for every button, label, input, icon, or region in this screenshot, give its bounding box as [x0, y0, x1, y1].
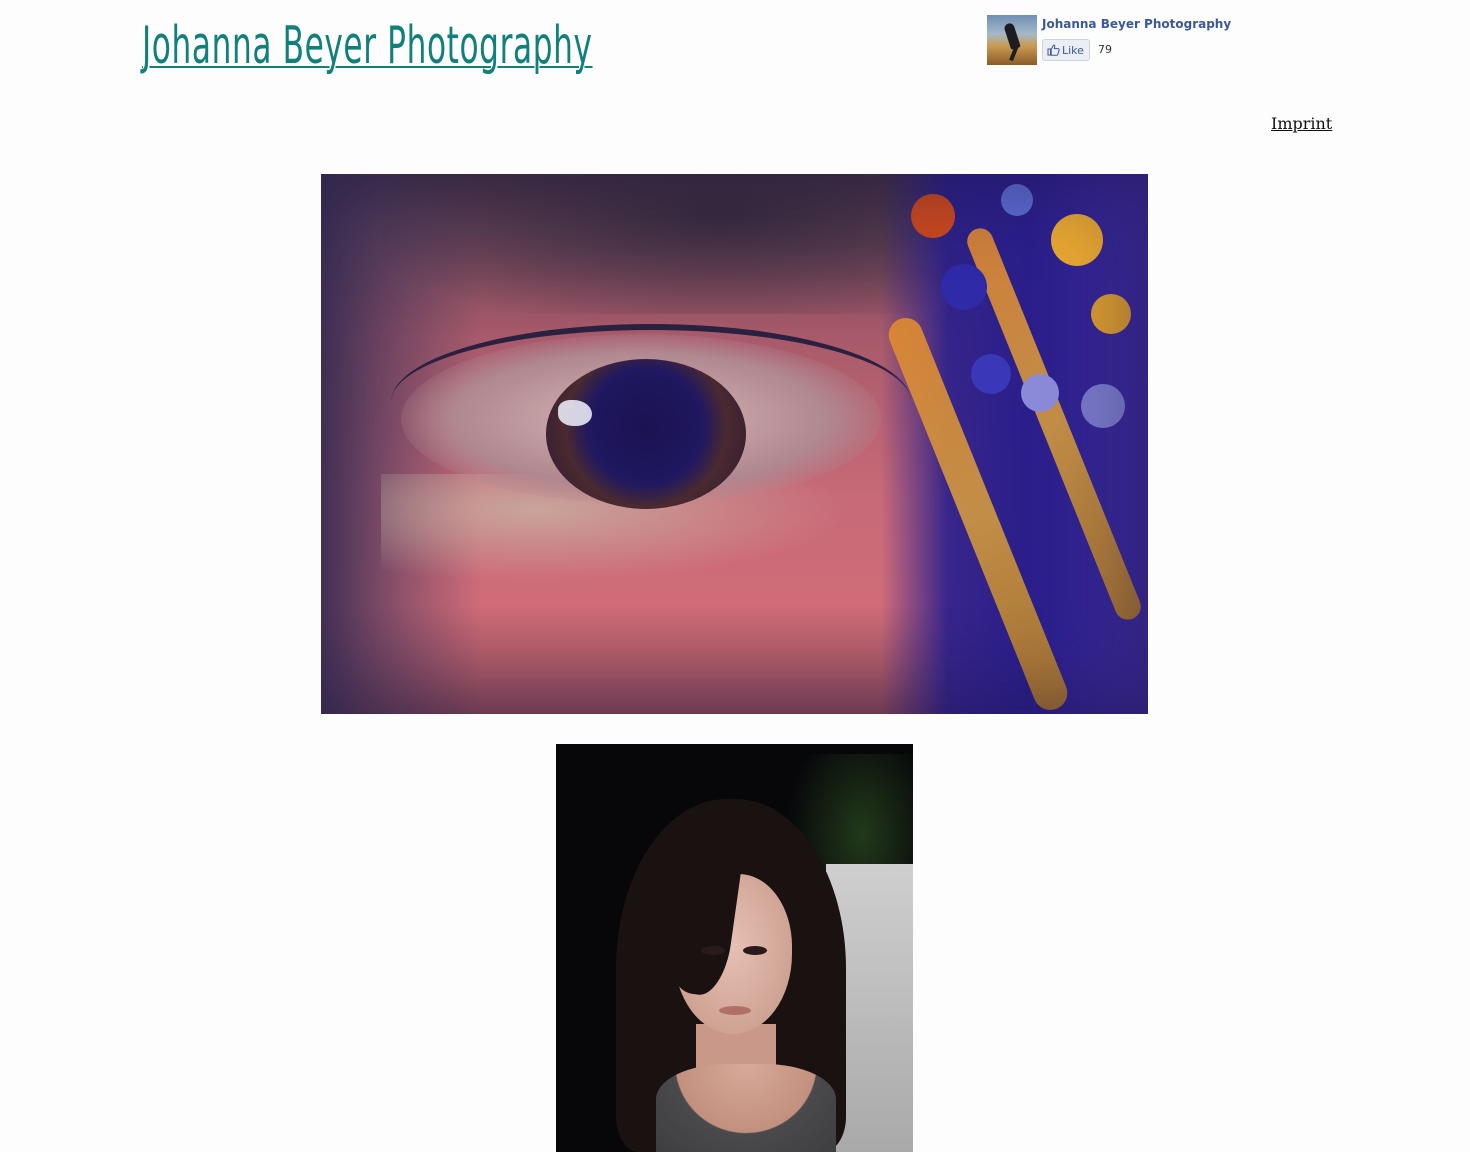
- facebook-page-avatar[interactable]: [987, 15, 1037, 65]
- photo-eye-right: [743, 946, 767, 955]
- photo-eye-left: [701, 946, 725, 955]
- thumbs-up-icon: [1047, 44, 1060, 56]
- like-label: Like: [1062, 43, 1084, 57]
- photo-lips: [719, 1006, 751, 1015]
- imprint-link[interactable]: Imprint: [1271, 114, 1332, 133]
- eye-closeup-photo[interactable]: [321, 174, 1148, 714]
- photo-vignette: [321, 174, 1148, 714]
- facebook-page-name-link[interactable]: Johanna Beyer Photography: [1042, 17, 1231, 31]
- facebook-like-widget: Johanna Beyer Photography Like 79: [987, 15, 1247, 67]
- like-count: 79: [1098, 43, 1112, 56]
- photo-shoulders: [656, 1064, 836, 1152]
- site-title-link[interactable]: Johanna Beyer Photography: [142, 18, 593, 74]
- facebook-like-button[interactable]: Like: [1042, 39, 1090, 61]
- portrait-photo[interactable]: [556, 744, 913, 1152]
